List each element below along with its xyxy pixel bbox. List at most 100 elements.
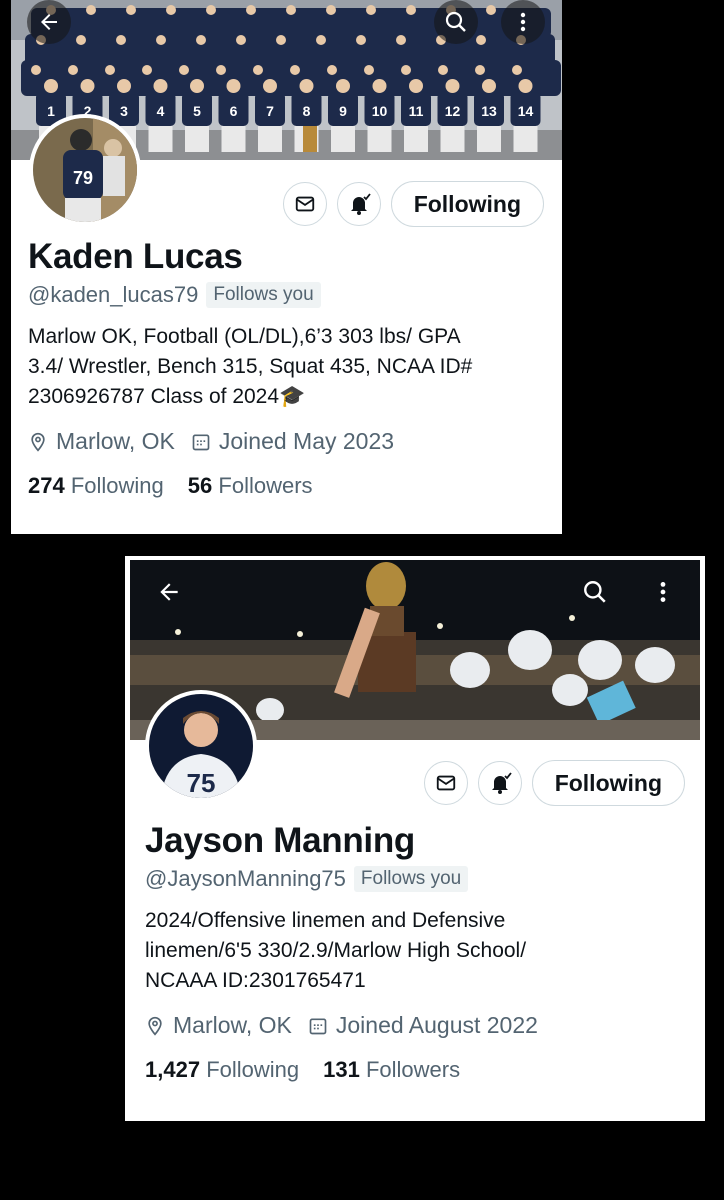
notifications-button[interactable] (477, 761, 522, 805)
profile-meta: Marlow, OK Joined August 2022 (145, 1012, 695, 1039)
back-arrow-icon (41, 14, 57, 30)
location-text: Marlow, OK (56, 428, 175, 454)
avatar[interactable]: 79 (29, 114, 141, 226)
player-pants (477, 126, 501, 152)
location-pin-icon (148, 1016, 162, 1036)
player-head (117, 79, 131, 93)
more-icon (520, 12, 526, 32)
notification-bell-icon (491, 772, 512, 794)
location-text: Marlow, OK (173, 1012, 292, 1038)
player-head (482, 79, 496, 93)
followers-label: Followers (365, 1057, 461, 1082)
jersey-number: 6 (230, 103, 238, 119)
following-button[interactable]: Following (390, 181, 544, 227)
jersey-number: 1 (47, 103, 55, 119)
player-head (336, 79, 350, 93)
notifications-button[interactable] (336, 182, 381, 226)
jersey-number: 14 (518, 103, 534, 119)
more-button[interactable] (641, 570, 685, 614)
more-button[interactable] (501, 0, 545, 44)
player-pants (331, 126, 355, 152)
following-count: 274 (28, 473, 65, 498)
location-pin-icon (31, 432, 45, 452)
profile-info: Kaden Lucas @kaden_lucas79 Follows you M… (28, 236, 552, 499)
following-count-link[interactable]: 1,427 Following (145, 1057, 299, 1083)
profile-info: Jayson Manning @JaysonManning75 Follows … (145, 820, 695, 1083)
jersey-number: 11 (409, 103, 424, 119)
jersey-number: 5 (193, 103, 201, 119)
following-count-link[interactable]: 274 Following (28, 473, 164, 499)
display-name: Kaden Lucas (28, 237, 243, 276)
back-button[interactable] (147, 570, 191, 614)
joined-date: Joined August 2022 (335, 1012, 538, 1038)
following-label: Following (206, 1057, 300, 1082)
player-pants (440, 126, 465, 152)
profile-actions: Following (282, 181, 544, 227)
player-head (226, 79, 241, 93)
followers-label: Followers (218, 473, 313, 498)
jersey-number: 4 (157, 103, 165, 119)
follow-stats: 274 Following 56 Followers (28, 473, 552, 499)
jersey-number: 7 (266, 103, 274, 119)
calendar-icon (309, 1018, 327, 1034)
search-button[interactable] (434, 0, 478, 44)
calendar-icon (192, 434, 210, 450)
followers-count: 56 (187, 473, 213, 498)
handle-row: @kaden_lucas79 Follows you (28, 282, 552, 308)
player-head (409, 79, 423, 93)
player-head (518, 79, 533, 93)
followers-count-link[interactable]: 56 Followers (188, 473, 313, 499)
player-pants (258, 126, 282, 152)
search-button[interactable] (573, 570, 617, 614)
player-pants (148, 126, 173, 152)
player-pants (367, 126, 392, 152)
player-head (44, 79, 58, 93)
avatar[interactable]: 75 (145, 690, 257, 802)
display-name: Jayson Manning (145, 821, 416, 860)
follows-you-badge: Follows you (206, 282, 321, 308)
more-icon (660, 582, 666, 602)
jersey-number: 8 (303, 103, 311, 119)
profile-actions: Following (423, 760, 685, 806)
search-icon (445, 11, 466, 32)
player-pants (404, 126, 428, 152)
message-icon (295, 196, 314, 212)
profile-meta: Marlow, OK Joined May 2023 (28, 428, 552, 455)
player-head (299, 79, 314, 93)
search-icon (584, 581, 606, 603)
back-arrow-icon (160, 583, 178, 601)
joined-date: Joined May 2023 (218, 428, 395, 454)
bio: Marlow OK, Football (OL/DL),6’3 303 lbs/… (28, 325, 473, 408)
followers-count: 131 (323, 1057, 360, 1082)
player-head (80, 79, 95, 93)
handle-row: @JaysonManning75 Follows you (145, 866, 695, 892)
followers-count-link[interactable]: 131 Followers (323, 1057, 460, 1083)
notification-bell-icon (350, 193, 371, 215)
bio: 2024/Offensive linemen and Defensive lin… (145, 909, 527, 992)
player-head (190, 79, 204, 93)
message-button[interactable] (282, 182, 327, 226)
following-count: 1,427 (145, 1057, 201, 1082)
player-head (372, 79, 387, 93)
username-handle: @kaden_lucas79 (28, 282, 199, 307)
avatar-photo: 79 (33, 118, 137, 222)
profile-card-kaden: 1 2 3 4 5 6 7 8 9 10 11 12 13 14 79 Foll… (11, 0, 562, 534)
player-pants (513, 126, 538, 152)
jersey-number: 9 (339, 103, 347, 119)
back-button[interactable] (27, 0, 71, 44)
player-head (445, 79, 460, 93)
jersey-number: 3 (120, 103, 128, 119)
player-pants (221, 126, 246, 152)
profile-card-jayson: 75 Following Jayson Manning @JaysonManni… (125, 556, 705, 1121)
svg-text:75: 75 (187, 768, 216, 798)
message-icon (436, 775, 455, 791)
jersey-number: 13 (481, 103, 497, 119)
username-handle: @JaysonManning75 (145, 866, 346, 891)
jersey-number: 10 (372, 103, 388, 119)
following-button[interactable]: Following (531, 760, 685, 806)
svg-text:79: 79 (73, 168, 93, 188)
jersey-number: 12 (445, 103, 461, 119)
message-button[interactable] (423, 761, 468, 805)
player-head (153, 79, 168, 93)
player-pants (185, 126, 209, 152)
